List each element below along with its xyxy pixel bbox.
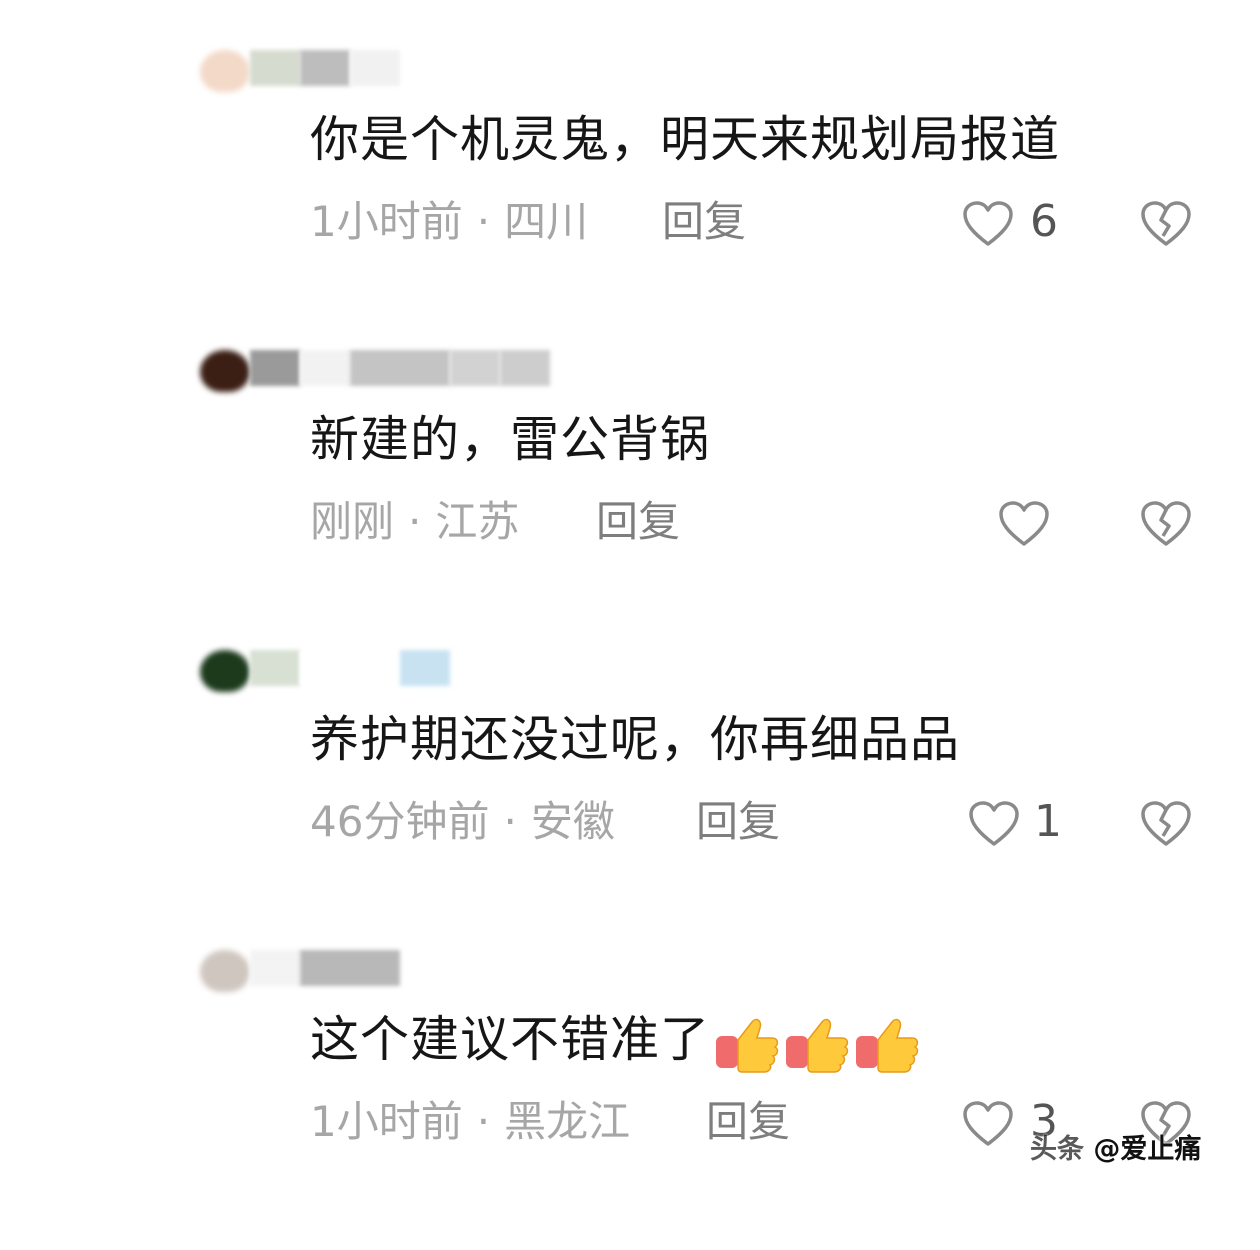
username-mosaic	[350, 350, 450, 386]
watermark-handle: @爱止痛	[1093, 1134, 1202, 1165]
avatar[interactable]	[200, 950, 250, 992]
username-blurred[interactable]	[200, 50, 600, 92]
username-mosaic	[450, 350, 500, 386]
thumbs-up-icon	[786, 1018, 849, 1073]
username-mosaic	[400, 650, 450, 686]
heart-icon[interactable]	[962, 200, 1014, 248]
username-mosaic	[300, 950, 400, 986]
comment-time: 1小时前	[310, 197, 463, 246]
comment-meta: 刚刚 · 江苏	[310, 496, 519, 548]
like-count: 6	[1030, 196, 1058, 247]
heart-icon[interactable]	[998, 500, 1050, 548]
username-mosaic	[250, 50, 300, 86]
comment-location: 黑龙江	[504, 1097, 631, 1146]
username-mosaic	[300, 350, 350, 386]
thumbs-up-icon	[716, 1018, 779, 1073]
reply-button[interactable]: 回复	[706, 1096, 790, 1148]
username-mosaic	[250, 950, 300, 986]
avatar[interactable]	[200, 50, 250, 92]
comment-text: 这个建议不错准了	[310, 1010, 920, 1074]
username-mosaic	[350, 50, 400, 86]
meta-separator: ·	[408, 497, 422, 546]
comment-item: 养护期还没过呢，你再细品品 46分钟前 · 安徽 回复 1	[0, 650, 1260, 950]
username-blurred[interactable]	[200, 350, 600, 392]
comment-time: 46分钟前	[310, 797, 490, 846]
avatar[interactable]	[200, 650, 250, 692]
comment-text: 养护期还没过呢，你再细品品	[310, 711, 961, 768]
meta-separator: ·	[476, 197, 491, 246]
username-mosaic	[300, 650, 400, 686]
comment-text: 新建的，雷公背锅	[310, 411, 711, 468]
comment-location: 四川	[504, 197, 589, 246]
comment-item: 新建的，雷公背锅 刚刚 · 江苏 回复	[0, 350, 1260, 650]
reply-button[interactable]: 回复	[696, 796, 780, 848]
reply-button[interactable]: 回复	[662, 196, 746, 248]
thumbs-up-icon	[856, 1018, 919, 1073]
comment-meta: 46分钟前 · 安徽	[310, 796, 615, 848]
broken-heart-icon[interactable]	[1140, 200, 1192, 248]
comment-meta: 1小时前 · 黑龙江	[310, 1096, 630, 1148]
heart-icon[interactable]	[962, 1100, 1014, 1148]
comment-item: 这个建议不错准了 1小时前 · 黑龙江 回复 3	[0, 950, 1260, 1250]
comment-time: 刚刚	[310, 497, 395, 546]
comment-location: 江苏	[435, 497, 520, 546]
watermark-prefix: 头条	[1030, 1134, 1084, 1165]
comment-meta: 1小时前 · 四川	[310, 196, 588, 248]
comment-item: 你是个机灵鬼，明天来规划局报道 1小时前 · 四川 回复 6	[0, 50, 1260, 350]
watermark: 头条 @爱止痛	[1030, 1130, 1201, 1170]
meta-separator: ·	[476, 1097, 491, 1146]
comment-text-content: 这个建议不错准了	[310, 1011, 711, 1068]
comment-location: 安徽	[530, 797, 615, 846]
like-count: 1	[1034, 796, 1062, 847]
meta-separator: ·	[503, 797, 517, 846]
broken-heart-icon[interactable]	[1140, 500, 1192, 548]
username-mosaic	[250, 350, 300, 386]
broken-heart-icon[interactable]	[1140, 800, 1192, 848]
comment-text: 你是个机灵鬼，明天来规划局报道	[310, 111, 1061, 168]
username-mosaic	[300, 50, 350, 86]
username-blurred[interactable]	[200, 950, 600, 992]
username-mosaic	[250, 650, 300, 686]
avatar[interactable]	[200, 350, 250, 392]
comment-time: 1小时前	[310, 1097, 463, 1146]
username-mosaic	[500, 350, 550, 386]
heart-icon[interactable]	[968, 800, 1020, 848]
username-blurred[interactable]	[200, 650, 600, 692]
reply-button[interactable]: 回复	[596, 496, 680, 548]
